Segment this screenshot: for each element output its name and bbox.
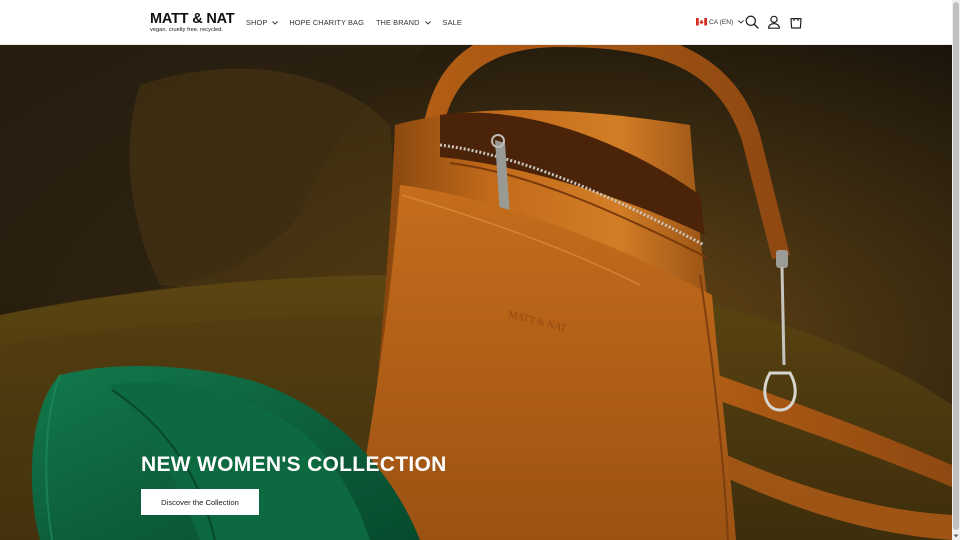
nav-item-hope-charity-bag[interactable]: HOPE CHARITY BAG	[289, 18, 364, 27]
logo-tagline: vegan. cruelty free. recycled.	[150, 27, 224, 33]
nav-item-the-brand[interactable]: THE BRAND	[376, 18, 431, 27]
chevron-down-icon	[272, 20, 279, 25]
cart-icon[interactable]	[788, 14, 804, 30]
nav-item-label: SHOP	[246, 18, 268, 27]
nav-item-label: HOPE CHARITY BAG	[289, 18, 364, 27]
search-icon[interactable]	[744, 14, 760, 30]
scrollbar-thumb[interactable]	[953, 2, 959, 530]
main-nav: SHOP HOPE CHARITY BAG THE BRAND SALE	[246, 0, 462, 45]
account-icon[interactable]	[766, 14, 782, 30]
canada-flag-icon	[696, 18, 707, 26]
nav-item-sale[interactable]: SALE	[443, 18, 462, 27]
chevron-down-icon	[424, 20, 431, 25]
site-header: MATT & NAT vegan. cruelty free. recycled…	[0, 0, 952, 45]
vertical-scrollbar[interactable]	[952, 0, 960, 540]
logo-name: MATT & NAT	[150, 11, 235, 27]
hero-banner: MATT & NAT NEW WOMEN'S COLLECTION Discov…	[0, 45, 952, 540]
discover-collection-button[interactable]: Discover the Collection	[141, 489, 259, 515]
nav-item-label: SALE	[442, 18, 462, 27]
scroll-down-arrow-icon[interactable]	[953, 533, 959, 539]
locale-label: CA (EN)	[709, 18, 734, 26]
nav-item-label: THE BRAND	[375, 18, 420, 27]
page: MATT & NAT vegan. cruelty free. recycled…	[0, 0, 952, 540]
nav-item-shop[interactable]: SHOP	[246, 18, 279, 27]
hero-title: NEW WOMEN'S COLLECTION	[141, 453, 447, 476]
logo[interactable]: MATT & NAT vegan. cruelty free. recycled…	[150, 11, 235, 34]
locale-selector[interactable]: CA (EN)	[696, 16, 745, 28]
